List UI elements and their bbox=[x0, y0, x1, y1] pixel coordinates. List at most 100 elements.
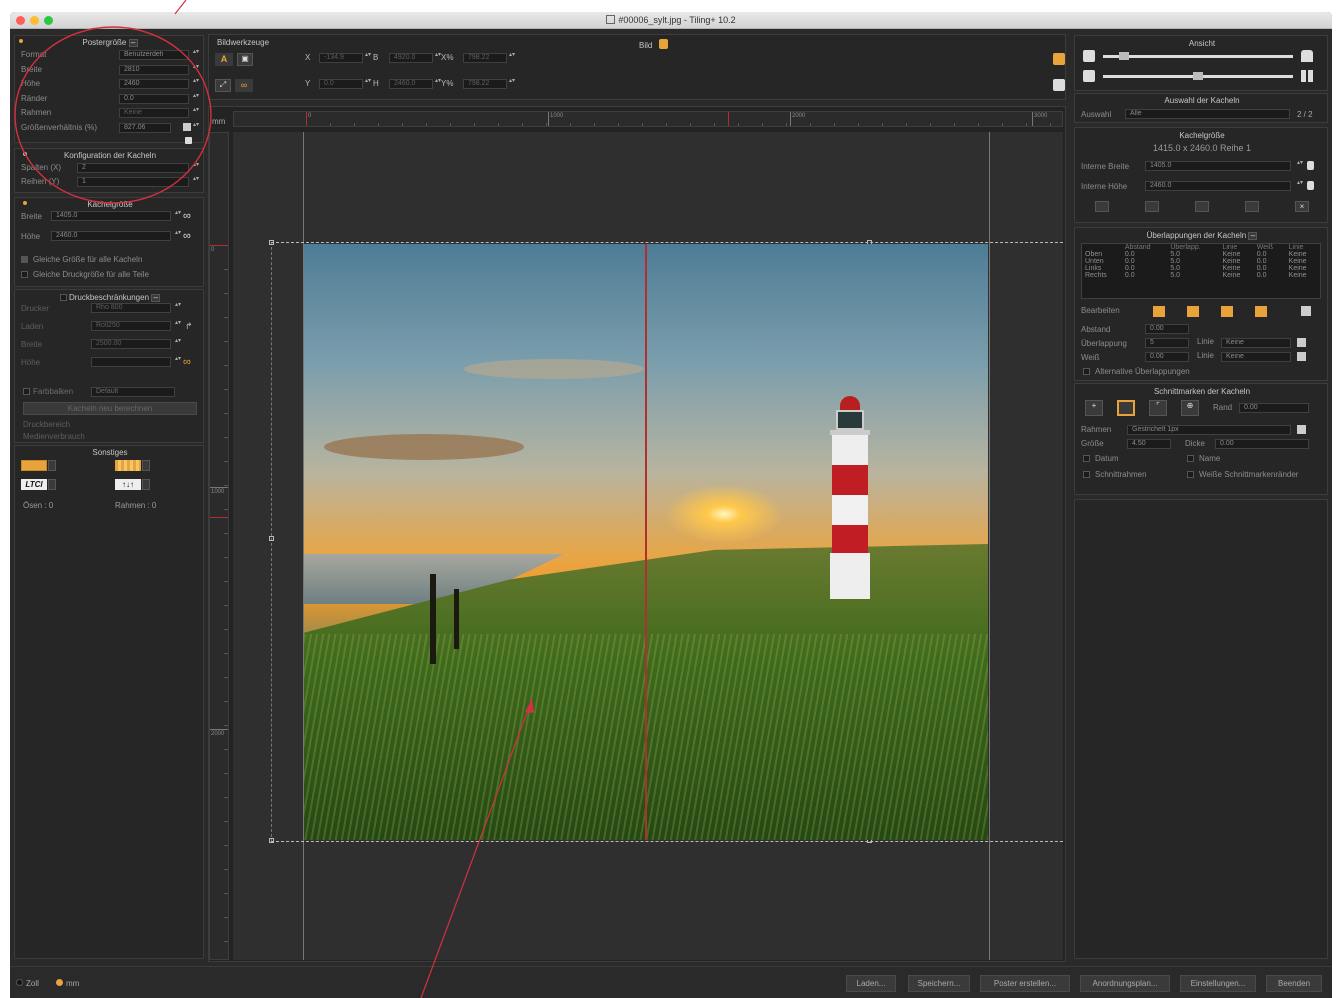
handle-bottom-left[interactable] bbox=[269, 838, 274, 843]
recalc-tiles-button[interactable]: Kacheln neu berechnen bbox=[23, 402, 197, 415]
stepper-icon[interactable]: ▴▾ bbox=[175, 338, 181, 349]
lock-icon[interactable] bbox=[1307, 161, 1314, 170]
thickness-field[interactable]: 0.00 bbox=[1215, 439, 1309, 449]
tile-size-checkbox[interactable] bbox=[21, 271, 28, 278]
overlap-field[interactable]: 5 bbox=[1145, 338, 1189, 348]
bottom-button[interactable]: Einstellungen... bbox=[1180, 975, 1256, 992]
tool-field[interactable]: 0.0 bbox=[319, 79, 363, 89]
white-cut-edges-checkbox[interactable] bbox=[1187, 471, 1194, 478]
overlap-line-color[interactable] bbox=[1297, 338, 1306, 347]
unit-inch-radio[interactable] bbox=[16, 979, 23, 986]
share-icon[interactable]: ↱ bbox=[185, 321, 193, 332]
stepper-icon[interactable]: ▴▾ bbox=[1297, 180, 1303, 191]
stepper-icon[interactable]: ▴▾ bbox=[175, 210, 181, 221]
cut-frame-checkbox[interactable] bbox=[1083, 471, 1090, 478]
spacing-field[interactable]: 0.00 bbox=[1145, 324, 1189, 334]
stepper-icon[interactable]: ▴▾ bbox=[175, 356, 181, 367]
bottom-button[interactable]: Speichern... bbox=[908, 975, 970, 992]
color-bar-checkbox[interactable] bbox=[23, 388, 30, 395]
fit-image-icon[interactable] bbox=[1053, 53, 1065, 65]
stepper-icon[interactable]: ▴▾ bbox=[509, 78, 515, 89]
view-slider-thumb[interactable] bbox=[1193, 72, 1203, 80]
frame-pattern-icon[interactable] bbox=[115, 460, 141, 471]
stepper-icon[interactable]: ▴▾ bbox=[1297, 160, 1303, 171]
lock-icon[interactable] bbox=[659, 39, 668, 49]
edge-bottom-icon[interactable] bbox=[1187, 306, 1199, 317]
stepper-icon[interactable]: ▴▾ bbox=[435, 52, 441, 63]
stepper-icon[interactable]: ▴▾ bbox=[365, 52, 371, 63]
print-row-field[interactable]: Roll250 bbox=[91, 321, 171, 331]
save-icon[interactable] bbox=[1301, 306, 1311, 316]
link-icon[interactable]: ∞ bbox=[235, 79, 253, 92]
crosshair-icon[interactable]: ⊕ bbox=[1181, 400, 1199, 416]
print-row-field[interactable]: Rho 800 bbox=[91, 303, 171, 313]
overlap-line-select[interactable]: Keine bbox=[1221, 338, 1291, 348]
stepper-icon[interactable]: ▴▾ bbox=[175, 230, 181, 241]
vertical-ruler[interactable]: 0 1000 2000 bbox=[209, 132, 229, 960]
date-checkbox[interactable] bbox=[1083, 455, 1090, 462]
internal-size-field[interactable]: 1405.0 bbox=[1145, 161, 1291, 171]
size-field[interactable]: 4.50 bbox=[1127, 439, 1171, 449]
close-box-icon[interactable]: × bbox=[1295, 201, 1309, 212]
house-icon[interactable] bbox=[1053, 79, 1065, 91]
direction-dropdown[interactable] bbox=[142, 479, 150, 490]
corner-marks-icon[interactable]: ⌜ bbox=[1149, 400, 1167, 416]
alt-overlap-checkbox[interactable] bbox=[1083, 368, 1090, 375]
overlap-table-row[interactable]: Unten 0.0 5.0 Keine 0.0 Keine bbox=[1082, 258, 1320, 265]
edge-top-icon[interactable] bbox=[1153, 306, 1165, 317]
frame-select[interactable]: Gestrichelt 1px bbox=[1127, 425, 1291, 435]
align-center-icon[interactable] bbox=[1145, 201, 1159, 212]
selection-select[interactable]: Alle bbox=[1125, 109, 1290, 119]
tool-field[interactable]: -134.9 bbox=[319, 53, 363, 63]
align-left-icon[interactable] bbox=[1095, 201, 1109, 212]
stepper-icon[interactable]: ▴▾ bbox=[365, 78, 371, 89]
bottom-button[interactable]: Laden... bbox=[846, 975, 896, 992]
handle-middle-left[interactable] bbox=[269, 536, 274, 541]
frame-color[interactable] bbox=[1297, 425, 1306, 434]
zoom-slider-thumb[interactable] bbox=[1119, 52, 1129, 60]
horizontal-ruler[interactable]: 0 1000 2000 3000 bbox=[233, 111, 1063, 127]
overlap-table-row[interactable]: Rechts 0.0 5.0 Keine 0.0 Keine bbox=[1082, 272, 1320, 279]
tile-divider-line[interactable] bbox=[645, 244, 647, 840]
edge-left-icon[interactable] bbox=[1221, 306, 1233, 317]
tool-field[interactable]: 4920.0 bbox=[389, 53, 433, 63]
white-line-select[interactable]: Keine bbox=[1221, 352, 1291, 362]
tool-field[interactable]: 798.22 bbox=[463, 53, 507, 63]
print-row-field[interactable]: 2500.00 bbox=[91, 339, 171, 349]
print-limits-checkbox[interactable] bbox=[59, 294, 67, 301]
name-checkbox[interactable] bbox=[1187, 455, 1194, 462]
collapse-icon[interactable]: – bbox=[151, 294, 161, 302]
split-icon[interactable] bbox=[1245, 201, 1259, 212]
link-icon[interactable]: ∞ bbox=[183, 230, 191, 242]
internal-size-field[interactable]: 2460.0 bbox=[1145, 181, 1291, 191]
overlap-table-row[interactable]: Links 0.0 5.0 Keine 0.0 Keine bbox=[1082, 265, 1320, 272]
tile-row-field[interactable]: 2460.0 bbox=[51, 231, 171, 241]
bottom-button[interactable]: Beenden bbox=[1266, 975, 1322, 992]
zoom-out-icon[interactable] bbox=[1083, 50, 1095, 62]
eyelets-dropdown[interactable] bbox=[48, 460, 56, 471]
eyelets-icon[interactable] bbox=[21, 460, 47, 471]
stepper-icon[interactable]: ▴▾ bbox=[175, 320, 181, 331]
tool-field[interactable]: 2460.0 bbox=[389, 79, 433, 89]
bottom-button[interactable]: Anordnungsplan... bbox=[1080, 975, 1170, 992]
white-line-color[interactable] bbox=[1297, 352, 1306, 361]
printer-icon[interactable] bbox=[1083, 70, 1095, 82]
link-icon[interactable]: ∞ bbox=[183, 210, 191, 222]
tile-size-checkbox[interactable] bbox=[21, 256, 28, 263]
collapse-icon[interactable]: – bbox=[1248, 232, 1258, 240]
crop-marks-icon[interactable]: + bbox=[1085, 400, 1103, 416]
tile-row-field[interactable]: 1405.0 bbox=[51, 211, 171, 221]
lock-icon[interactable] bbox=[1307, 181, 1314, 190]
canvas-area[interactable]: mm 0 1000 2000 3000 0 1000 2000 bbox=[208, 106, 1066, 962]
stepper-icon[interactable]: ▴▾ bbox=[175, 302, 181, 313]
align-vertical-icon[interactable] bbox=[1195, 201, 1209, 212]
ltr-dropdown[interactable] bbox=[48, 479, 56, 490]
frame-icon[interactable] bbox=[1117, 400, 1135, 416]
unit-mm-radio[interactable] bbox=[56, 979, 63, 986]
fit-frame-icon[interactable]: ▣ bbox=[237, 53, 253, 66]
print-row-field[interactable] bbox=[91, 357, 171, 367]
white-field[interactable]: 0.00 bbox=[1145, 352, 1189, 362]
house-icon[interactable] bbox=[1301, 50, 1313, 62]
handle-top-left[interactable] bbox=[269, 240, 274, 245]
zoom-slider[interactable] bbox=[1103, 55, 1293, 58]
